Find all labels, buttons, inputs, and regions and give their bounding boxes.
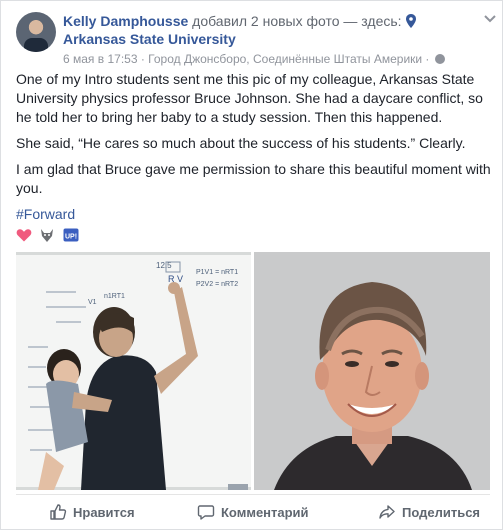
hashtag-link[interactable]: #Forward <box>16 206 75 222</box>
post-header-text: Kelly Damphousse добавил 2 новых фото — … <box>63 12 493 67</box>
post-body: One of my Intro students sent me this pi… <box>16 70 494 231</box>
post-actions-bar: Нравится Комментарий Поделиться <box>16 494 490 530</box>
location-pin-icon <box>406 14 417 28</box>
portrait-photo[interactable] <box>254 252 490 490</box>
chevron-down-icon[interactable] <box>484 15 496 23</box>
photo-grid: 12.5 R V P1V1 = nRT1 P2V2 = nRT2 V1 n1RT… <box>16 252 490 490</box>
post-card: Kelly Damphousse добавил 2 новых фото — … <box>0 0 503 530</box>
post-action-text: добавил 2 новых фото — здесь: <box>192 13 402 29</box>
author-name[interactable]: Kelly Damphousse <box>63 13 188 29</box>
board-text: V1 <box>88 299 97 306</box>
share-button[interactable]: Поделиться <box>378 495 480 529</box>
post-header: Kelly Damphousse добавил 2 новых фото — … <box>16 11 496 66</box>
comment-button[interactable]: Комментарий <box>197 495 309 529</box>
post-paragraph: I am glad that Bruce gave me permission … <box>16 161 491 196</box>
whiteboard-photo[interactable]: 12.5 R V P1V1 = nRT1 P2V2 = nRT2 V1 n1RT… <box>16 252 251 490</box>
svg-text:UP!: UP! <box>65 234 77 241</box>
like-button[interactable]: Нравится <box>49 495 135 529</box>
post-paragraph: One of my Intro students sent me this pi… <box>16 71 483 125</box>
share-label: Поделиться <box>402 504 481 520</box>
comment-icon <box>197 505 215 520</box>
avatar[interactable] <box>16 12 56 52</box>
board-text: 12.5 <box>156 261 172 270</box>
wolf-reaction-icon[interactable] <box>39 227 55 243</box>
love-reaction-icon[interactable] <box>16 227 32 243</box>
globe-icon <box>434 54 445 64</box>
share-icon <box>379 505 395 519</box>
up-reaction-icon[interactable]: UP! <box>63 227 79 243</box>
reactions-bar[interactable]: UP! <box>16 227 82 243</box>
thumbs-up-icon <box>50 504 67 520</box>
whiteboard-illustration: 12.5 R V P1V1 = nRT1 P2V2 = nRT2 V1 n1RT… <box>16 252 251 490</box>
post-paragraph: She said, “He cares so much about the su… <box>16 135 466 151</box>
like-label: Нравится <box>73 504 135 520</box>
header-line: Kelly Damphousse добавил 2 новых фото — … <box>63 12 493 30</box>
portrait-illustration <box>254 252 490 490</box>
comment-label: Комментарий <box>221 504 309 520</box>
board-text: P1V1 = nRT1 <box>196 269 238 276</box>
board-text: n1RT1 <box>104 293 125 300</box>
location-link[interactable]: Arkansas State University <box>63 30 493 48</box>
post-timestamp[interactable]: 6 мая в 17:53 · Город Джонсборо, Соединё… <box>63 52 429 66</box>
post-meta: 6 мая в 17:53 · Город Джонсборо, Соединё… <box>63 51 493 67</box>
board-text: P2V2 = nRT2 <box>196 281 238 288</box>
